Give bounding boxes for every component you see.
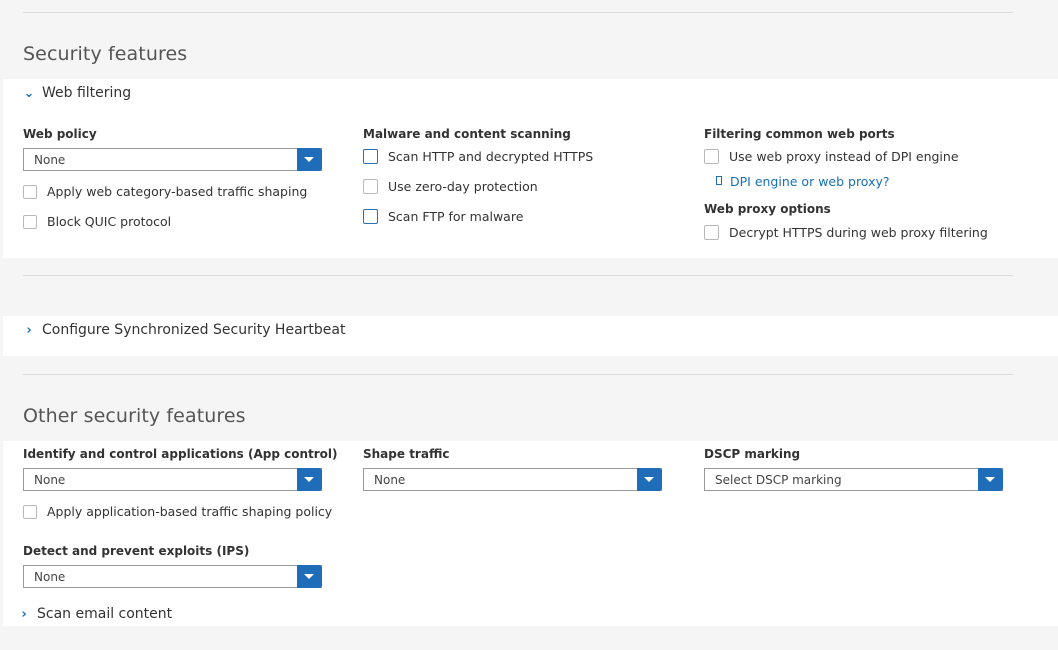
chevron-down-icon: ⌄ (23, 85, 35, 101)
other-security-heading: Other security features (23, 405, 246, 427)
scan-http-checkbox[interactable] (363, 149, 378, 164)
use-web-proxy-checkbox[interactable] (704, 149, 719, 164)
decrypt-https-checkbox[interactable] (704, 225, 719, 240)
divider (23, 374, 1013, 375)
divider (23, 12, 1013, 13)
zero-day-row[interactable]: Use zero-day protection (363, 179, 538, 194)
web-filtering-title: Web filtering (42, 85, 132, 101)
chevron-right-icon: › (21, 606, 27, 622)
web-proxy-options-label: Web proxy options (704, 202, 831, 216)
web-policy-label: Web policy (23, 127, 97, 141)
zero-day-label: Use zero-day protection (388, 179, 538, 194)
chevron-down-icon[interactable] (978, 468, 1003, 491)
decrypt-https-label: Decrypt HTTPS during web proxy filtering (729, 225, 988, 240)
malware-scanning-label: Malware and content scanning (363, 127, 571, 141)
web-policy-value: None (34, 153, 66, 167)
apply-app-shaping-label: Apply application-based traffic shaping … (47, 504, 333, 519)
apply-app-shaping-checkbox[interactable] (23, 504, 37, 519)
chevron-down-icon[interactable] (297, 148, 322, 171)
shape-traffic-label: Shape traffic (363, 447, 450, 461)
dscp-marking-label: DSCP marking (704, 447, 801, 461)
scan-email-title: Scan email content (37, 606, 173, 622)
scan-ftp-checkbox[interactable] (363, 209, 378, 224)
zero-day-checkbox[interactable] (363, 179, 378, 194)
web-filtering-toggle[interactable]: ⌄ Web filtering (23, 85, 132, 101)
security-features-heading: Security features (23, 43, 188, 65)
app-control-select[interactable]: None (23, 468, 322, 491)
scan-email-toggle[interactable]: › Scan email content (18, 606, 172, 622)
scan-http-label: Scan HTTP and decrypted HTTPS (388, 149, 594, 164)
block-quic-label: Block QUIC protocol (47, 214, 172, 229)
ips-select[interactable]: None (23, 565, 322, 588)
app-control-label: Identify and control applications (App c… (23, 447, 338, 461)
ips-value: None (34, 570, 66, 584)
chevron-right-icon: › (26, 322, 32, 338)
block-quic-row[interactable]: Block QUIC protocol (23, 214, 171, 229)
heartbeat-toggle[interactable]: › Configure Synchronized Security Heartb… (23, 322, 345, 338)
scan-ftp-label: Scan FTP for malware (388, 209, 524, 224)
apply-app-shaping-row[interactable]: Apply application-based traffic shaping … (23, 504, 332, 519)
dpi-help-link-label: DPI engine or web proxy? (730, 174, 890, 189)
divider (23, 275, 1013, 276)
dscp-marking-value: Select DSCP marking (715, 473, 842, 487)
shape-traffic-value: None (374, 473, 406, 487)
block-quic-checkbox[interactable] (23, 214, 37, 229)
ips-label: Detect and prevent exploits (IPS) (23, 544, 250, 558)
apply-category-shaping-row[interactable]: Apply web category-based traffic shaping (23, 184, 307, 199)
help-link-icon (716, 176, 722, 185)
heartbeat-title: Configure Synchronized Security Heartbea… (42, 322, 346, 338)
chevron-down-icon[interactable] (637, 468, 662, 491)
scan-http-row[interactable]: Scan HTTP and decrypted HTTPS (363, 149, 593, 164)
chevron-down-icon[interactable] (297, 468, 322, 491)
apply-category-shaping-label: Apply web category-based traffic shaping (47, 184, 308, 199)
chevron-down-icon[interactable] (297, 565, 322, 588)
scan-ftp-row[interactable]: Scan FTP for malware (363, 209, 523, 224)
use-web-proxy-row[interactable]: Use web proxy instead of DPI engine (704, 149, 959, 164)
app-control-value: None (34, 473, 66, 487)
apply-category-shaping-checkbox[interactable] (23, 184, 37, 199)
dpi-help-link[interactable]: DPI engine or web proxy? (716, 174, 890, 189)
dscp-marking-select[interactable]: Select DSCP marking (704, 468, 1003, 491)
decrypt-https-row[interactable]: Decrypt HTTPS during web proxy filtering (704, 225, 988, 240)
filtering-ports-label: Filtering common web ports (704, 127, 895, 141)
use-web-proxy-label: Use web proxy instead of DPI engine (729, 149, 959, 164)
web-policy-select[interactable]: None (23, 148, 322, 171)
shape-traffic-select[interactable]: None (363, 468, 662, 491)
